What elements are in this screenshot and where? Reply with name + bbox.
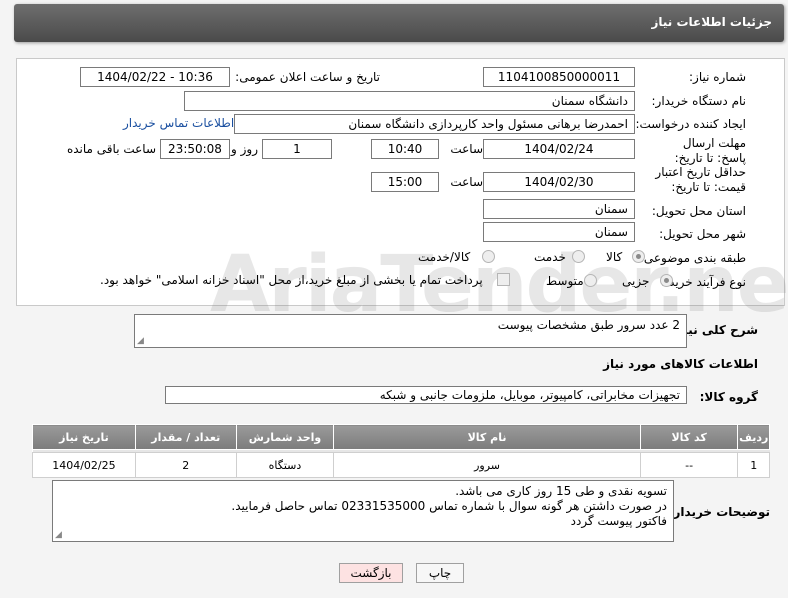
cell-unit: دستگاه xyxy=(235,452,335,478)
validity-time-label: ساعت xyxy=(450,175,483,189)
validity-time-field[interactable]: 15:00 xyxy=(371,172,439,192)
remaining-time-field[interactable]: 23:50:08 xyxy=(160,139,230,159)
need-number-label: شماره نیاز: xyxy=(689,70,746,84)
deadline-date-field[interactable]: 1404/02/24 xyxy=(483,139,635,159)
col-row: ردیف xyxy=(737,424,770,450)
deadline-time-field[interactable]: 10:40 xyxy=(371,139,439,159)
table-row[interactable]: 1 -- سرور دستگاه 2 1404/02/25 xyxy=(32,452,770,478)
cell-quantity: 2 xyxy=(134,452,237,478)
resize-grip-icon[interactable]: ◢ xyxy=(55,531,62,540)
col-name: نام کالا xyxy=(333,424,641,450)
category-both-label: کالا/خدمت xyxy=(418,250,471,264)
cell-need-date: 1404/02/25 xyxy=(32,452,136,478)
process-medium-radio[interactable] xyxy=(584,274,597,287)
category-goods-radio[interactable] xyxy=(632,250,645,263)
category-both-radio[interactable] xyxy=(482,250,495,263)
cell-code: -- xyxy=(639,452,739,478)
category-service-radio[interactable] xyxy=(572,250,585,263)
buyer-notes-textarea[interactable]: تسویه نقدی و طی 15 روز کاری می باشد. در … xyxy=(52,480,674,542)
days-label: روز و xyxy=(231,142,258,156)
buyer-notes-line-2: در صورت داشتن هر گونه سوال با شماره تماس… xyxy=(231,499,667,513)
goods-group-field[interactable]: تجهیزات مخابراتی، کامپیوتر، موبایل، ملزو… xyxy=(165,386,687,404)
process-minor-label: جزیی xyxy=(622,274,650,288)
buyer-org-label: نام دستگاه خریدار: xyxy=(651,94,747,108)
description-text: 2 عدد سرور طبق مشخصات پیوست xyxy=(497,318,680,332)
treasury-payment-checkbox[interactable] xyxy=(497,273,510,286)
print-button[interactable]: چاپ xyxy=(416,563,464,583)
buyer-notes-line-1: تسویه نقدی و طی 15 روز کاری می باشد. xyxy=(455,484,667,498)
col-code: کد کالا xyxy=(639,424,739,450)
city-field[interactable]: سمنان xyxy=(483,222,635,242)
cell-name: سرور xyxy=(333,452,641,478)
col-unit: واحد شمارش xyxy=(235,424,335,450)
announce-date-label: تاریخ و ساعت اعلان عمومی: xyxy=(235,70,380,84)
remaining-days-field[interactable]: 1 xyxy=(262,139,332,159)
remaining-time-label: ساعت باقی مانده xyxy=(66,142,156,156)
announce-date-field[interactable]: 1404/02/22 - 10:36 xyxy=(80,67,230,87)
province-label: استان محل تحویل: xyxy=(651,204,746,218)
buyer-notes-line-3: فاکتور پیوست گردد xyxy=(570,514,667,528)
resize-grip-icon[interactable]: ◢ xyxy=(137,337,144,346)
treasury-payment-note: پرداخت تمام یا بخشی از مبلغ خرید،از محل … xyxy=(100,273,483,287)
description-textarea[interactable]: 2 عدد سرور طبق مشخصات پیوست ◢ xyxy=(134,314,687,348)
back-button[interactable]: بازگشت xyxy=(339,563,403,583)
goods-table: ردیف کد کالا نام کالا واحد شمارش تعداد /… xyxy=(32,424,770,478)
category-goods-label: کالا xyxy=(606,250,623,264)
province-field[interactable]: سمنان xyxy=(483,199,635,219)
creator-label: ایجاد کننده درخواست: xyxy=(635,117,746,131)
buyer-org-field[interactable]: دانشگاه سمنان xyxy=(184,91,635,111)
process-minor-radio[interactable] xyxy=(660,274,673,287)
goods-group-label: گروه کالا: xyxy=(699,390,758,404)
validity-date-field[interactable]: 1404/02/30 xyxy=(483,172,635,192)
buyer-notes-label: توضیحات خریدار: xyxy=(668,505,770,519)
page-header: جزئیات اطلاعات نیاز xyxy=(14,4,784,42)
city-label: شهر محل تحویل: xyxy=(659,227,746,241)
price-validity-label: حداقل تاریخ اعتبار قیمت: تا تاریخ: xyxy=(655,165,746,194)
col-need-date: تاریخ نیاز xyxy=(32,424,136,450)
page-title: جزئیات اطلاعات نیاز xyxy=(651,15,772,29)
buyer-contact-link[interactable]: اطلاعات تماس خریدار xyxy=(123,116,234,130)
goods-table-header: ردیف کد کالا نام کالا واحد شمارش تعداد /… xyxy=(32,424,770,450)
goods-section-title: اطلاعات کالاهای مورد نیاز xyxy=(603,357,758,371)
need-number-field[interactable]: 1104100850000011 xyxy=(483,67,635,87)
creator-field[interactable]: احمدرضا برهانی مسئول واحد کارپردازی دانش… xyxy=(234,114,635,134)
deadline-time-label: ساعت xyxy=(450,142,483,156)
col-quantity: تعداد / مقدار xyxy=(134,424,237,450)
deadline-label: مهلت ارسال پاسخ: تا تاریخ: xyxy=(674,136,746,165)
process-medium-label: متوسط xyxy=(546,274,584,288)
process-type-label: نوع فرآیند خرید : xyxy=(661,275,746,289)
category-service-label: خدمت xyxy=(534,250,566,264)
cell-row: 1 xyxy=(737,452,770,478)
category-label: طبقه بندی موضوعی: xyxy=(639,251,746,265)
